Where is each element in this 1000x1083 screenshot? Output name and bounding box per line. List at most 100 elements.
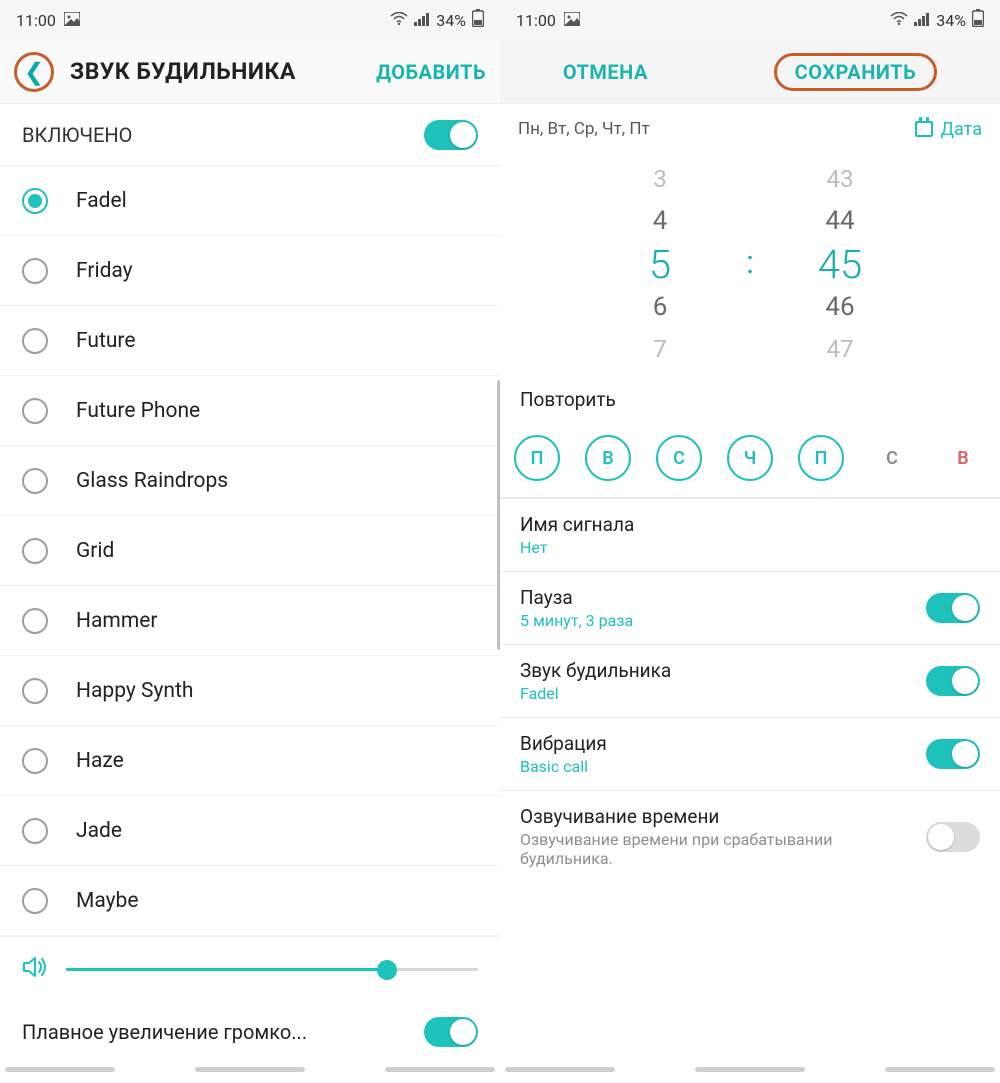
- radio-icon[interactable]: [22, 608, 48, 634]
- sound-item[interactable]: Hammer: [0, 586, 500, 656]
- wheel-cell[interactable]: 47: [827, 330, 854, 368]
- nav-recent[interactable]: [505, 1067, 615, 1072]
- vibration-section[interactable]: Вибрация Basic call: [500, 717, 1000, 790]
- sound-item[interactable]: Grid: [0, 516, 500, 586]
- nav-back[interactable]: [385, 1067, 495, 1072]
- days-summary-row: Пн, Вт, Ср, Чт, Пт Дата: [500, 104, 1000, 154]
- nav-bar: [0, 1067, 500, 1083]
- nav-back[interactable]: [885, 1067, 995, 1072]
- time-announce-toggle[interactable]: [926, 822, 980, 852]
- radio-icon[interactable]: [22, 818, 48, 844]
- nav-home[interactable]: [695, 1067, 805, 1072]
- date-label: Дата: [941, 119, 983, 140]
- sound-list[interactable]: Fadel Friday Future Future Phone Glass Raind…: [0, 166, 500, 936]
- day-chip[interactable]: В: [940, 435, 986, 481]
- wheel-cell[interactable]: 7: [653, 330, 667, 368]
- enabled-toggle[interactable]: [424, 120, 478, 150]
- wheel-cell[interactable]: 5: [649, 244, 671, 284]
- enabled-label: ВКЛЮЧЕНО: [22, 123, 132, 147]
- gradual-row[interactable]: Плавное увеличение громко...: [0, 1002, 500, 1062]
- sound-item[interactable]: Jade: [0, 796, 500, 866]
- sound-item[interactable]: Fadel: [0, 166, 500, 236]
- alarm-sound-value: Fadel: [520, 684, 926, 703]
- snooze-toggle[interactable]: [926, 593, 980, 623]
- radio-icon[interactable]: [22, 538, 48, 564]
- date-button[interactable]: Дата: [915, 119, 983, 140]
- sound-name: Haze: [76, 749, 124, 773]
- time-announce-title: Озвучивание времени: [520, 805, 926, 828]
- sound-item[interactable]: Haze: [0, 726, 500, 796]
- status-time: 11:00: [516, 11, 556, 30]
- day-chip[interactable]: С: [656, 435, 702, 481]
- minute-wheel[interactable]: 43 44 45 46 47: [780, 160, 900, 368]
- wheel-cell[interactable]: 44: [825, 202, 854, 240]
- day-chip[interactable]: С: [869, 435, 915, 481]
- day-chip[interactable]: П: [798, 435, 844, 481]
- wheel-cell[interactable]: 43: [827, 160, 854, 198]
- add-button[interactable]: ДОБАВИТЬ: [376, 60, 486, 84]
- day-chip[interactable]: Ч: [727, 435, 773, 481]
- status-bar: 11:00 34%: [0, 0, 500, 40]
- sound-name: Friday: [76, 259, 133, 283]
- alarm-sound-toggle[interactable]: [926, 666, 980, 696]
- wheel-cell[interactable]: 45: [818, 244, 862, 284]
- radio-icon[interactable]: [22, 398, 48, 424]
- phone-right: 11:00 34% ОТМЕНА СОХРАНИТЬ Пн, Вт, Ср, Ч…: [500, 0, 1000, 1083]
- wifi-icon: [390, 11, 408, 30]
- radio-icon[interactable]: [22, 888, 48, 914]
- nav-recent[interactable]: [5, 1067, 115, 1072]
- alarm-name-title: Имя сигнала: [520, 513, 980, 536]
- phone-left: 11:00 34% ❮ ЗВУК БУДИЛЬНИКА ДОБАВИТЬ ВКЛ…: [0, 0, 500, 1083]
- sound-item[interactable]: Maybe: [0, 866, 500, 936]
- status-bar: 11:00 34%: [500, 0, 1000, 40]
- vibration-value: Basic call: [520, 757, 926, 776]
- nav-home[interactable]: [195, 1067, 305, 1072]
- cancel-button[interactable]: ОТМЕНА: [563, 60, 648, 84]
- time-picker[interactable]: 34567 : 4344454647: [500, 154, 1000, 374]
- time-announce-section[interactable]: Озвучивание времени Озвучивание времени …: [500, 790, 1000, 882]
- wheel-cell[interactable]: 4: [653, 202, 668, 240]
- sound-item[interactable]: Future Phone: [0, 376, 500, 446]
- sound-name: Glass Raindrops: [76, 469, 228, 493]
- volume-slider[interactable]: [66, 968, 478, 971]
- radio-icon[interactable]: [22, 258, 48, 284]
- alarm-sound-section[interactable]: Звук будильника Fadel: [500, 644, 1000, 717]
- wheel-cell[interactable]: 6: [653, 288, 668, 326]
- sound-name: Future Phone: [76, 399, 200, 423]
- hour-wheel[interactable]: 3 4 5 6 7: [600, 160, 720, 368]
- save-button[interactable]: СОХРАНИТЬ: [774, 53, 937, 91]
- sound-name: Happy Synth: [76, 679, 193, 703]
- radio-icon[interactable]: [22, 748, 48, 774]
- snooze-section[interactable]: Пауза 5 минут, 3 раза: [500, 571, 1000, 644]
- time-colon: :: [746, 243, 754, 281]
- header-edit-alarm: ОТМЕНА СОХРАНИТЬ: [500, 40, 1000, 104]
- save-label: СОХРАНИТЬ: [795, 60, 916, 84]
- sound-item[interactable]: Future: [0, 306, 500, 376]
- vibration-toggle[interactable]: [926, 739, 980, 769]
- wifi-icon: [890, 11, 908, 30]
- volume-icon: [22, 956, 48, 984]
- time-announce-value: Озвучивание времени при срабатывании буд…: [520, 830, 926, 868]
- back-icon[interactable]: ❮: [24, 58, 44, 86]
- snooze-title: Пауза: [520, 586, 926, 609]
- repeat-section: Повторить: [500, 374, 1000, 427]
- enabled-row: ВКЛЮЧЕНО: [0, 104, 500, 166]
- day-chip[interactable]: В: [585, 435, 631, 481]
- gradual-label: Плавное увеличение громко...: [22, 1020, 307, 1044]
- sound-item[interactable]: Happy Synth: [0, 656, 500, 726]
- day-chip[interactable]: П: [514, 435, 560, 481]
- sound-item[interactable]: Friday: [0, 236, 500, 306]
- alarm-sound-title: Звук будильника: [520, 659, 926, 682]
- radio-icon[interactable]: [22, 188, 48, 214]
- image-icon: [564, 11, 580, 30]
- radio-icon[interactable]: [22, 468, 48, 494]
- sound-item[interactable]: Glass Raindrops: [0, 446, 500, 516]
- gradual-toggle[interactable]: [424, 1017, 478, 1047]
- status-time: 11:00: [16, 11, 56, 30]
- volume-row: [0, 936, 500, 1002]
- wheel-cell[interactable]: 3: [653, 160, 667, 198]
- alarm-name-section[interactable]: Имя сигнала Нет: [500, 498, 1000, 571]
- radio-icon[interactable]: [22, 678, 48, 704]
- wheel-cell[interactable]: 46: [825, 288, 854, 326]
- radio-icon[interactable]: [22, 328, 48, 354]
